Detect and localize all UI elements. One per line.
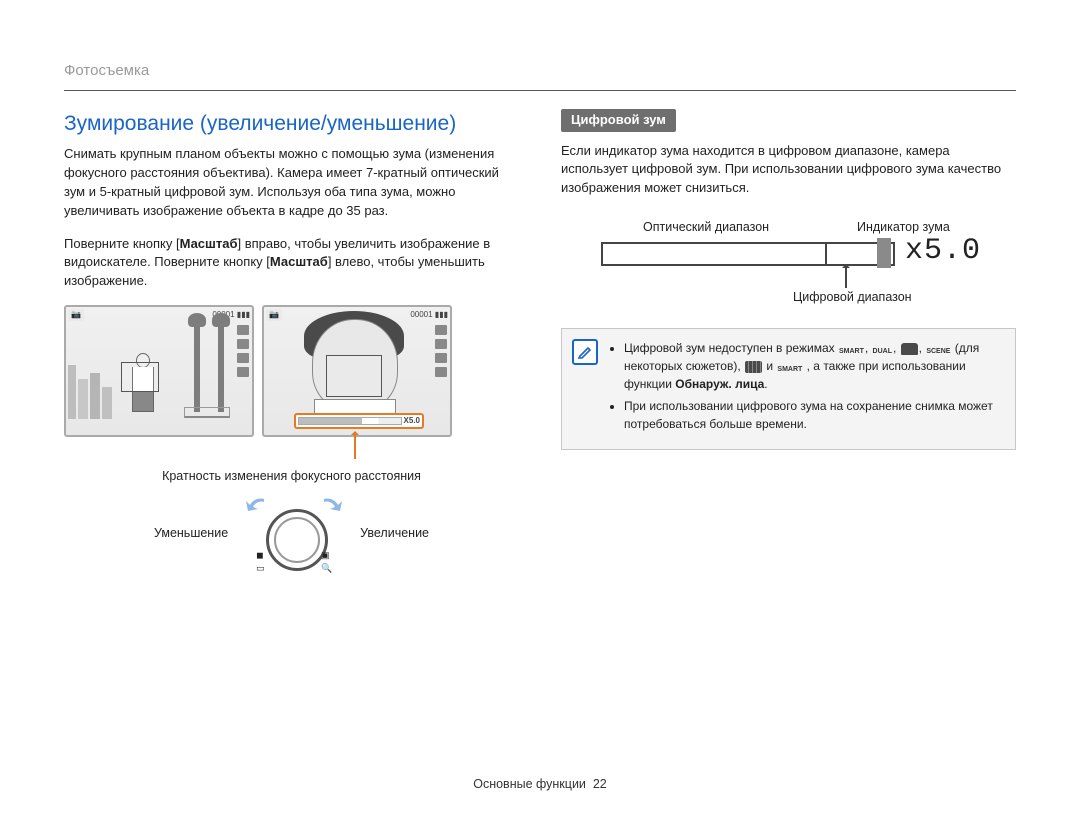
digital-zoom-paragraph: Если индикатор зума находится в цифровом…	[561, 142, 1016, 199]
text: .	[764, 377, 767, 391]
mode-smart-icon: SMART	[777, 365, 802, 376]
mode-smart-icon: SMART	[839, 347, 864, 358]
streetlamp-icon	[218, 317, 224, 412]
zoom-bar-callout: X5.0	[294, 413, 424, 429]
zoom-track	[601, 242, 895, 266]
zoom-dial-illustration: ◼▭ ▣🔍	[244, 495, 344, 571]
subsection-badge: Цифровой зум	[561, 109, 676, 132]
note-item: Цифровой зум недоступен в режимах SMART,…	[624, 339, 1003, 393]
wide-icon: ◼▭	[256, 549, 265, 575]
manual-page: Фотосъемка Зумирование (увеличение/умень…	[0, 0, 1080, 815]
page-number: 22	[593, 777, 607, 791]
tele-shot-illustration: 📷 00001 ▮▮▮	[262, 305, 452, 437]
arrow-left-icon	[244, 495, 268, 515]
zoom-bar-value: X5.0	[404, 415, 422, 427]
buildings-icon	[68, 365, 112, 419]
text: Поверните кнопку [	[64, 236, 180, 251]
button-name-zoom: Масштаб	[180, 236, 238, 251]
instruction-paragraph: Поверните кнопку [Масштаб] вправо, чтобы…	[64, 235, 519, 292]
zoom-bar-track	[298, 417, 402, 425]
text: и	[766, 359, 776, 373]
zoom-dial-row: Уменьшение ◼▭ ▣🔍 Увеличение	[64, 495, 519, 571]
note-list: Цифровой зум недоступен в режимах SMART,…	[608, 339, 1003, 437]
intro-paragraph: Снимать крупным планом объекты можно с п…	[64, 145, 519, 220]
text: Цифровой зум недоступен в режимах	[624, 341, 838, 355]
mode-scene-icon: SCENE	[926, 347, 950, 358]
arrow-right-icon	[320, 495, 344, 515]
button-name-zoom: Масштаб	[270, 254, 328, 269]
zoom-track-divider	[825, 242, 827, 266]
zoom-indicator-handle	[877, 238, 891, 268]
page-title: Зумирование (увеличение/уменьшение)	[64, 109, 519, 139]
page-footer: Основные функции 22	[0, 775, 1080, 793]
streetlamp-icon	[194, 317, 200, 412]
zoom-examples-row: 📷 00001 ▮▮▮	[64, 305, 519, 437]
tele-icon: ▣🔍	[321, 549, 332, 575]
note-icon	[572, 339, 598, 365]
zoom-value-readout: x5.0	[905, 230, 981, 274]
callout-pointer-icon	[354, 433, 356, 459]
two-column-layout: Зумирование (увеличение/уменьшение) Сним…	[64, 109, 1016, 571]
left-column: Зумирование (увеличение/уменьшение) Сним…	[64, 109, 519, 571]
section-header: Фотосъемка	[64, 60, 1016, 91]
scene-wide	[66, 307, 252, 435]
digital-range-label: Цифровой диапазон	[793, 288, 912, 306]
face-detect-label: Обнаруж. лица	[675, 377, 764, 391]
callout-pointer-icon	[845, 266, 847, 288]
note-box: Цифровой зум недоступен в режимах SMART,…	[561, 328, 1016, 450]
bench-icon	[184, 407, 230, 418]
focus-frame	[326, 355, 382, 397]
zoom-in-label: Увеличение	[360, 524, 429, 542]
zoom-bar-caption: Кратность изменения фокусного расстояния	[64, 467, 519, 485]
mode-hand-icon	[901, 343, 918, 355]
optical-range-label: Оптический диапазон	[643, 218, 769, 236]
right-column: Цифровой зум Если индикатор зума находит…	[561, 109, 1016, 571]
mode-movie-icon	[745, 361, 762, 373]
dial-icon	[266, 509, 328, 571]
mode-dual-icon: DUAL	[873, 347, 892, 358]
footer-label: Основные функции	[473, 777, 586, 791]
wide-shot-illustration: 📷 00001 ▮▮▮	[64, 305, 254, 437]
zoom-indicator-diagram: Оптический диапазон Индикатор зума x5.0 …	[601, 212, 981, 302]
zoom-out-label: Уменьшение	[154, 524, 228, 542]
note-item: При использовании цифрового зума на сохр…	[624, 397, 1003, 433]
focus-frame	[121, 362, 159, 392]
